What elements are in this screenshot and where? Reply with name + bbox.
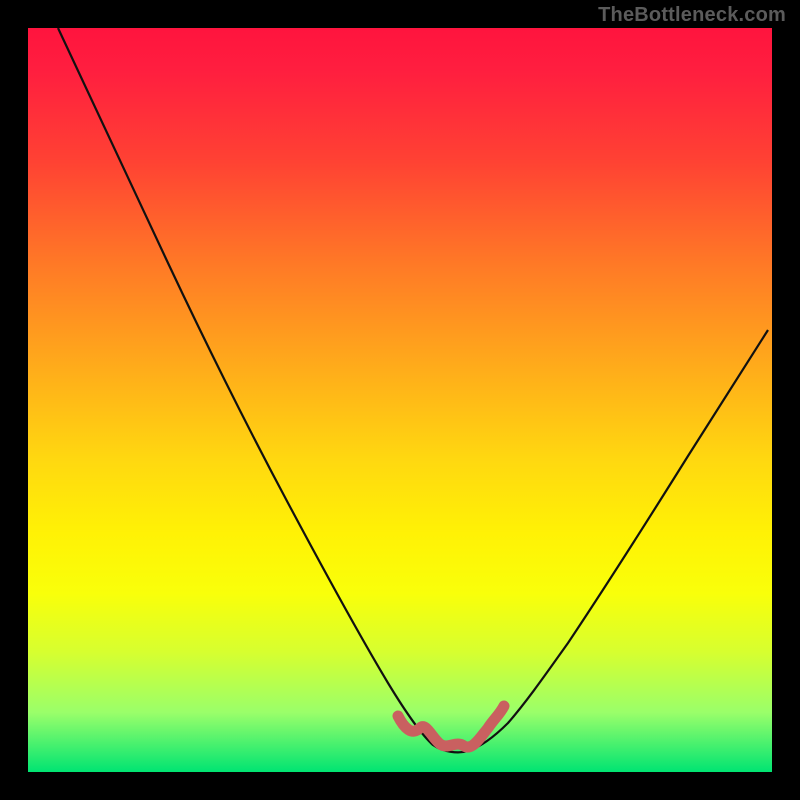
chart-container: TheBottleneck.com (0, 0, 800, 800)
plot-area (28, 28, 772, 772)
bottleneck-curve (58, 28, 768, 752)
watermark-text: TheBottleneck.com (598, 4, 786, 27)
chart-svg (28, 28, 772, 772)
